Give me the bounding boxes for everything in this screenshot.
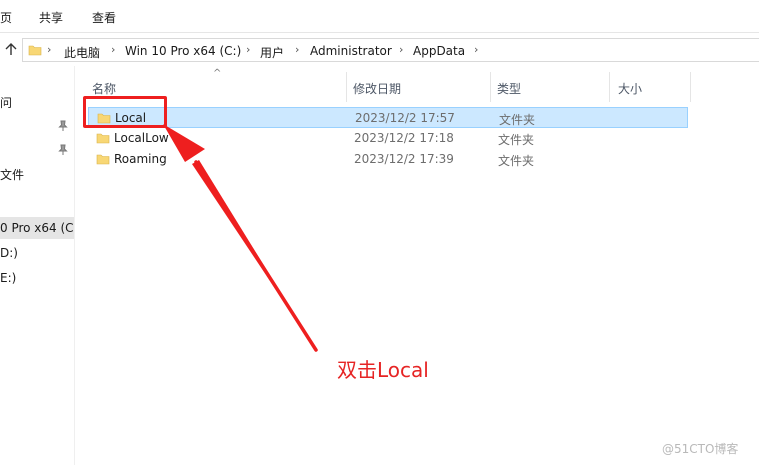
breadcrumb-drive-c[interactable]: Win 10 Pro x64 (C:) xyxy=(125,44,241,58)
file-row-locallow[interactable]: LocalLow 2023/12/2 17:18 文件夹 xyxy=(88,128,688,149)
folder-icon xyxy=(28,45,42,56)
file-type: 文件夹 xyxy=(498,133,535,147)
folder-icon xyxy=(96,133,110,144)
breadcrumb-appdata[interactable]: AppData xyxy=(413,44,465,58)
watermark: @51CTO博客 xyxy=(662,442,739,456)
annotation-text: 双击Local xyxy=(337,358,429,382)
column-divider[interactable] xyxy=(346,72,347,102)
file-date: 2023/12/2 17:57 xyxy=(355,111,455,125)
column-header-name[interactable]: 名称 xyxy=(92,80,116,97)
column-header-size[interactable]: 大小 xyxy=(618,80,642,97)
file-type: 文件夹 xyxy=(498,154,535,168)
address-bar: › 此电脑 › Win 10 Pro x64 (C:) › 用户 › Admin… xyxy=(0,36,759,64)
column-header-type[interactable]: 类型 xyxy=(497,80,521,97)
nav-item-drive-e[interactable]: E:) xyxy=(0,271,16,285)
annotation-arrow xyxy=(163,124,318,352)
chevron-right-icon[interactable]: › xyxy=(111,43,115,56)
breadcrumb-users[interactable]: 用户 xyxy=(260,44,284,61)
file-date: 2023/12/2 17:18 xyxy=(354,131,454,145)
nav-item-drive-d[interactable]: D:) xyxy=(0,246,18,260)
nav-item-files[interactable]: 文件 xyxy=(0,166,24,183)
pin-icon[interactable] xyxy=(58,144,68,156)
ribbon-tab-share[interactable]: 共享 xyxy=(39,9,63,26)
file-name: Roaming xyxy=(114,152,167,166)
annotation-highlight-box xyxy=(83,96,167,128)
navigation-pane: 问 文件 0 Pro x64 (C D:) E:) xyxy=(0,66,75,465)
address-box[interactable]: › 此电脑 › Win 10 Pro x64 (C:) › 用户 › Admin… xyxy=(22,38,759,62)
up-arrow-icon[interactable] xyxy=(2,40,20,58)
file-row-local[interactable]: Local 2023/12/2 17:57 文件夹 xyxy=(88,107,688,128)
column-header-date[interactable]: 修改日期 xyxy=(353,80,401,97)
column-divider[interactable] xyxy=(690,72,691,102)
breadcrumb-administrator[interactable]: Administrator xyxy=(310,44,392,58)
chevron-right-icon[interactable]: › xyxy=(246,43,250,56)
chevron-right-icon[interactable]: › xyxy=(47,43,51,56)
folder-icon xyxy=(96,154,110,165)
breadcrumb-this-pc[interactable]: 此电脑 xyxy=(64,44,100,61)
column-divider[interactable] xyxy=(609,72,610,102)
file-date: 2023/12/2 17:39 xyxy=(354,152,454,166)
nav-item-drive-c[interactable]: 0 Pro x64 (C xyxy=(0,217,74,239)
nav-item-quick-access[interactable]: 问 xyxy=(0,94,12,111)
column-divider[interactable] xyxy=(490,72,491,102)
pin-icon[interactable] xyxy=(58,120,68,132)
file-row-roaming[interactable]: Roaming 2023/12/2 17:39 文件夹 xyxy=(88,149,688,170)
ribbon-tab-page[interactable]: 页 xyxy=(0,9,12,26)
column-header-row: 名称 修改日期 类型 大小 xyxy=(87,72,691,102)
file-name: LocalLow xyxy=(114,131,169,145)
ribbon-bar: 页 共享 查看 xyxy=(0,0,759,33)
file-type: 文件夹 xyxy=(499,113,536,127)
ribbon-tab-view[interactable]: 查看 xyxy=(92,9,116,26)
chevron-right-icon[interactable]: › xyxy=(295,43,299,56)
chevron-right-icon[interactable]: › xyxy=(399,43,403,56)
chevron-right-icon[interactable]: › xyxy=(474,43,478,56)
